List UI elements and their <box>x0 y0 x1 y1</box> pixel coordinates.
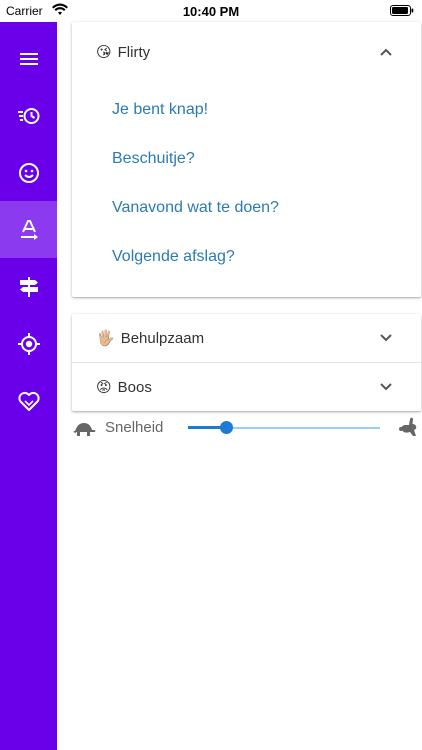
phrase-link[interactable]: Beschuitje? <box>112 150 195 168</box>
rabbit-icon <box>399 417 417 436</box>
phrase-link[interactable]: Volgende afslag? <box>112 248 235 266</box>
category-card-group: 🖐🏼 Behulpzaam 😡 Boos <box>72 314 421 411</box>
status-bar: Carrier 10:40 PM <box>0 0 422 22</box>
clock-label: 10:40 PM <box>182 4 240 19</box>
phrase-link[interactable]: Je bent knap! <box>112 101 208 119</box>
category-title: Behulpzaam <box>120 329 205 347</box>
menu-icon <box>19 52 38 65</box>
sidebar-item-emotions[interactable] <box>0 144 57 201</box>
category-title: Flirty <box>117 43 151 61</box>
category-header-boos[interactable]: 😡 Boos <box>72 363 421 411</box>
sidebar <box>0 22 57 750</box>
chevron-up-icon <box>380 48 392 56</box>
category-header-behulpzaam[interactable]: 🖐🏼 Behulpzaam <box>72 314 421 362</box>
history-icon <box>17 107 39 124</box>
speed-slider-thumb[interactable] <box>219 421 233 434</box>
smiley-icon <box>18 162 39 183</box>
chevron-down-icon <box>380 334 392 342</box>
speed-label: Snelheid <box>105 419 164 436</box>
category-emoji: 🖐🏼 <box>96 330 115 347</box>
category-header-flirty[interactable]: 😘 Flirty <box>72 22 421 82</box>
category-emoji: 😘 <box>96 44 112 61</box>
sidebar-item-phrases[interactable] <box>0 201 57 258</box>
text-format-icon <box>20 219 38 240</box>
heart-icon <box>17 391 40 411</box>
turtle-icon <box>73 423 96 436</box>
sidebar-item-history[interactable] <box>0 87 57 144</box>
menu-button[interactable] <box>0 30 57 87</box>
category-title: Boos <box>117 378 152 396</box>
sidebar-item-favorites[interactable] <box>0 372 57 429</box>
sidebar-item-directions[interactable] <box>0 258 57 315</box>
chevron-down-icon <box>380 383 392 391</box>
phrase-link[interactable]: Vanavond wat te doen? <box>112 199 279 217</box>
speed-control: Snelheid <box>72 416 422 440</box>
battery-icon <box>390 5 414 16</box>
category-emoji: 😡 <box>96 379 112 396</box>
category-card-flirty: 😘 Flirty Je bent knap! Beschuitje? Vanav… <box>72 22 421 297</box>
signpost-icon <box>19 276 38 297</box>
sidebar-item-location[interactable] <box>0 315 57 372</box>
location-target-icon <box>17 332 40 355</box>
